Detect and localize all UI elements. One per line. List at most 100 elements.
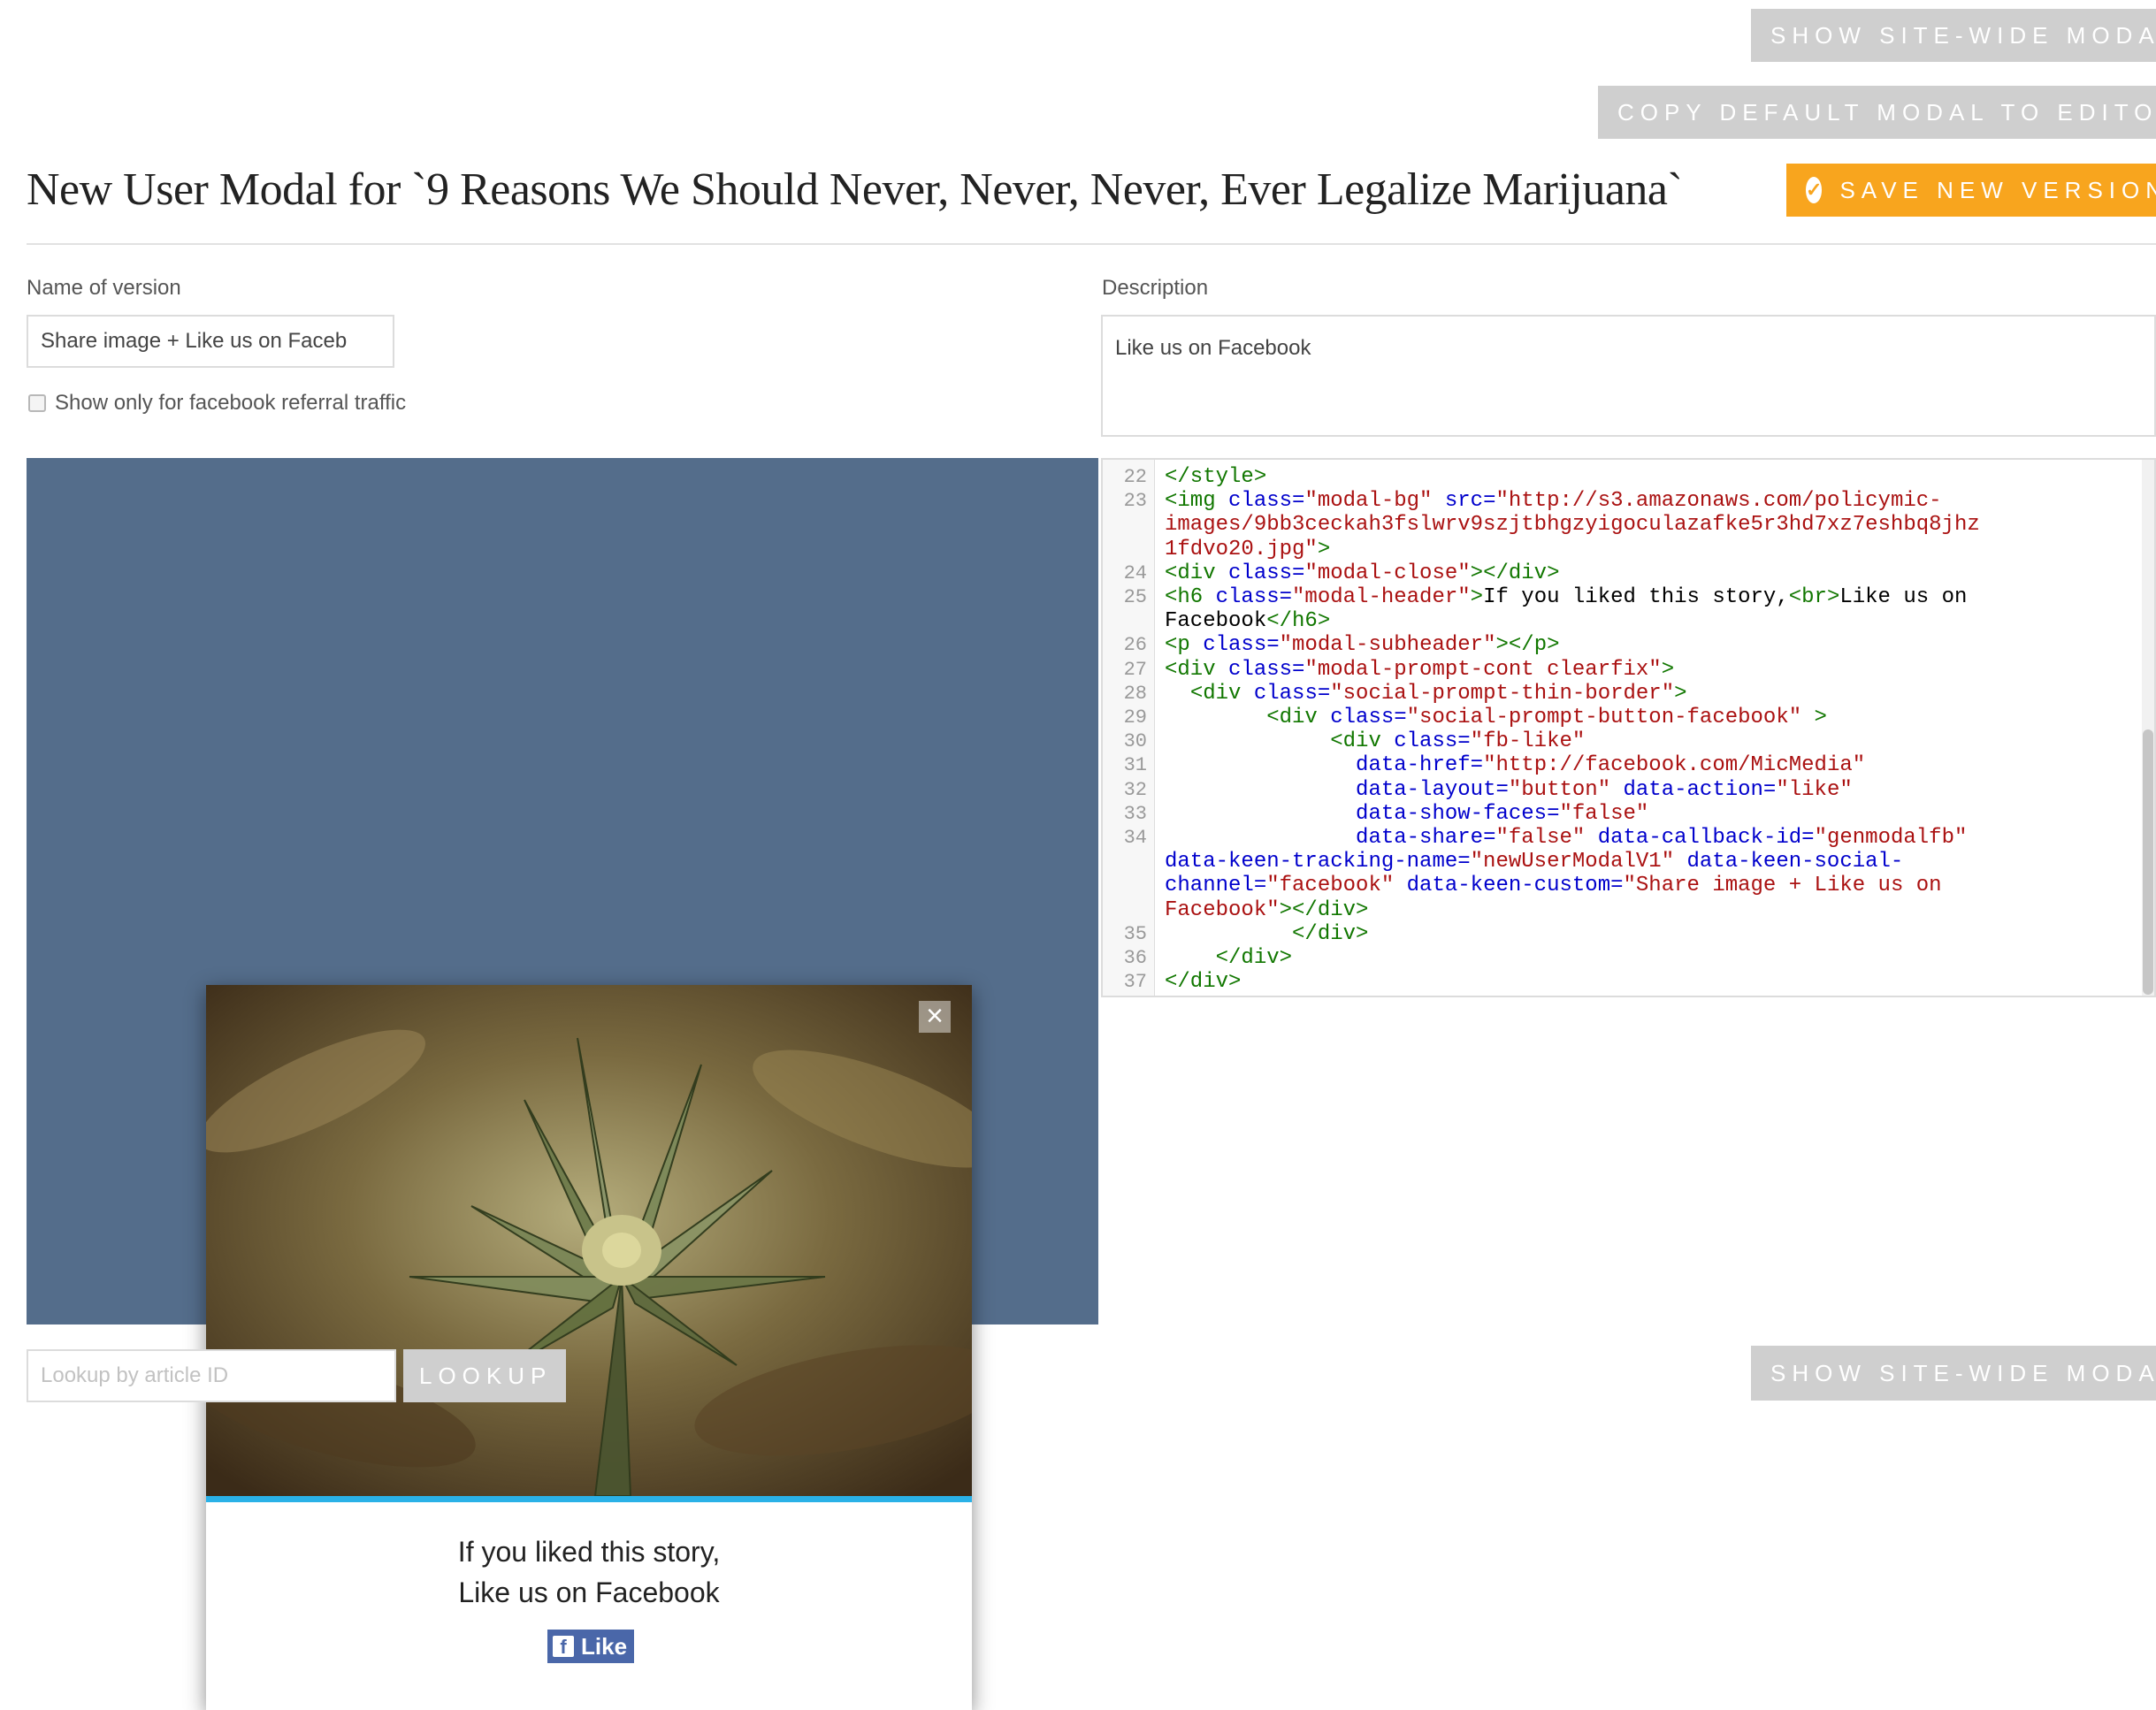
line-number: 28 [1123, 682, 1147, 705]
code-token: "modal-prompt-cont clearfix" [1304, 657, 1662, 682]
editor-scrollbar[interactable] [2142, 460, 2154, 996]
line-number: 24 [1123, 561, 1147, 584]
code-line: data-show-faces="false" [1165, 802, 1648, 826]
code-line: <h6 class="modal-header">If you liked th… [1165, 585, 1967, 609]
code-token: "modal-subheader" [1279, 633, 1496, 658]
code-token: <div [1266, 706, 1331, 729]
copy-default-modal-button[interactable]: COPY DEFAULT MODAL TO EDITOR [1598, 86, 2156, 139]
facebook-referral-label: Show only for facebook referral traffic [55, 391, 407, 415]
show-site-wide-modal-button[interactable]: SHOW SITE-WIDE MODAL [1751, 9, 2156, 62]
code-line: </div> [1165, 946, 1292, 970]
code-token: "facebook" [1266, 874, 1395, 898]
line-number: 35 [1123, 922, 1147, 945]
lookup-button[interactable]: LOOKUP [403, 1349, 566, 1402]
code-token: 1fdvo20.jpg" [1165, 537, 1318, 561]
code-token: "modal-header" [1292, 585, 1471, 609]
code-token: Facebook [1165, 609, 1267, 634]
code-token: "like" [1776, 777, 1853, 802]
code-token: </div> [1165, 970, 1242, 995]
code-line: <div class="modal-close"></div> [1165, 561, 1560, 585]
code-line: </div> [1165, 922, 1368, 946]
code-line: </style> [1165, 465, 1266, 489]
line-number: 29 [1123, 706, 1147, 729]
facebook-referral-checkbox[interactable] [28, 394, 46, 412]
code-token: data-action= [1610, 777, 1777, 802]
code-token: class= [1253, 681, 1331, 706]
code-token: Like us on [1839, 585, 1968, 609]
code-token: ></div> [1470, 561, 1560, 585]
version-name-value: Share image + Like us on Faceb [41, 329, 348, 353]
code-token: data-keen-tracking-name= [1165, 850, 1471, 874]
code-token: If you liked this story, [1483, 585, 1789, 609]
facebook-like-button[interactable]: f Like [547, 1630, 634, 1663]
code-token: "false" [1495, 826, 1586, 850]
code-token: <div [1165, 561, 1229, 585]
code-token: "http://s3.amazonaws.com/policymic- [1495, 489, 1942, 514]
html-code-editor[interactable]: 22 </style> 23 <img class="modal-bg" src="h… [1101, 458, 2156, 997]
modal-header-line1: If you liked this story, [457, 1536, 721, 1568]
show-site-wide-modal-bottom-label: SHOW SITE-WIDE MODAL [1770, 1359, 2156, 1386]
code-token: class= [1228, 489, 1305, 514]
code-token: "http://facebook.com/MicMedia" [1483, 753, 1866, 778]
code-token: "newUserModalV1" [1470, 850, 1675, 874]
code-token: "genmodalfb" [1814, 826, 1968, 850]
code-token: data-share= [1356, 826, 1496, 850]
editor-scroll-thumb[interactable] [2143, 729, 2153, 995]
code-token: data-callback-id= [1585, 826, 1815, 850]
description-field[interactable]: Like us on Facebook [1101, 315, 2156, 437]
modal-header: If you liked this story, Like us on Face… [206, 1531, 972, 1613]
code-line: <div class="fb-like" [1165, 729, 1585, 753]
code-token: Facebook" [1165, 897, 1280, 922]
code-token: </div> [1292, 921, 1369, 946]
code-line: <p class="modal-subheader"></p> [1165, 633, 1560, 657]
line-number: 22 [1123, 466, 1147, 488]
code-token: > [1661, 657, 1675, 682]
lookup-article-field[interactable]: Lookup by article ID [27, 1349, 396, 1402]
code-token: src= [1432, 489, 1496, 514]
copy-default-modal-label: COPY DEFAULT MODAL TO EDITOR [1617, 98, 2156, 126]
code-token: </h6> [1266, 609, 1331, 634]
modal-background-image: × [206, 985, 972, 1496]
version-name-field[interactable]: Share image + Like us on Faceb [27, 315, 394, 368]
code-line: <div class="modal-prompt-cont clearfix"> [1165, 658, 1674, 682]
code-token: > [1801, 706, 1827, 729]
code-token: class= [1228, 657, 1305, 682]
code-token: channel= [1165, 874, 1267, 898]
show-site-wide-modal-bottom-button[interactable]: SHOW SITE-WIDE MODAL [1751, 1346, 2156, 1401]
close-icon[interactable]: × [919, 1001, 951, 1033]
code-token: "social-prompt-thin-border" [1330, 681, 1675, 706]
line-number: 37 [1123, 971, 1147, 994]
save-new-version-button[interactable]: ✓ SAVE NEW VERSION [1786, 164, 2156, 217]
line-number: 34 [1123, 827, 1147, 849]
code-token: <h6 [1165, 585, 1216, 609]
code-line: </div> [1165, 970, 1241, 994]
code-line: data-share="false" data-callback-id="gen… [1165, 826, 1967, 850]
code-token: images/9bb3ceckah3fslwrv9szjtbhgzyigocul… [1165, 513, 1980, 538]
code-token: <div [1165, 657, 1229, 682]
code-token: <p [1165, 633, 1204, 658]
code-token: "fb-like" [1470, 729, 1586, 754]
description-value: Like us on Facebook [1115, 336, 1311, 360]
code-token: "social-prompt-button-facebook" [1406, 706, 1802, 729]
name-of-version-label: Name of version [27, 276, 181, 300]
code-line: Facebook"></div> [1165, 898, 1368, 922]
divider [27, 243, 2156, 245]
facebook-like-label: Like [581, 1632, 628, 1660]
code-token: > [1674, 681, 1687, 706]
code-token: data-show-faces= [1356, 801, 1560, 826]
code-token: </div> [1215, 946, 1293, 970]
page-title: New User Modal for `9 Reasons We Should … [27, 164, 1683, 215]
code-line: 1fdvo20.jpg"> [1165, 538, 1330, 561]
code-token: class= [1330, 706, 1407, 729]
modal-preview: × If you liked this story, Like us on Fa… [206, 985, 972, 1710]
check-icon: ✓ [1806, 177, 1823, 203]
line-number: 25 [1123, 586, 1147, 608]
code-line: <div class="social-prompt-button-faceboo… [1165, 706, 1827, 729]
code-line: <div class="social-prompt-thin-border"> [1165, 682, 1687, 706]
